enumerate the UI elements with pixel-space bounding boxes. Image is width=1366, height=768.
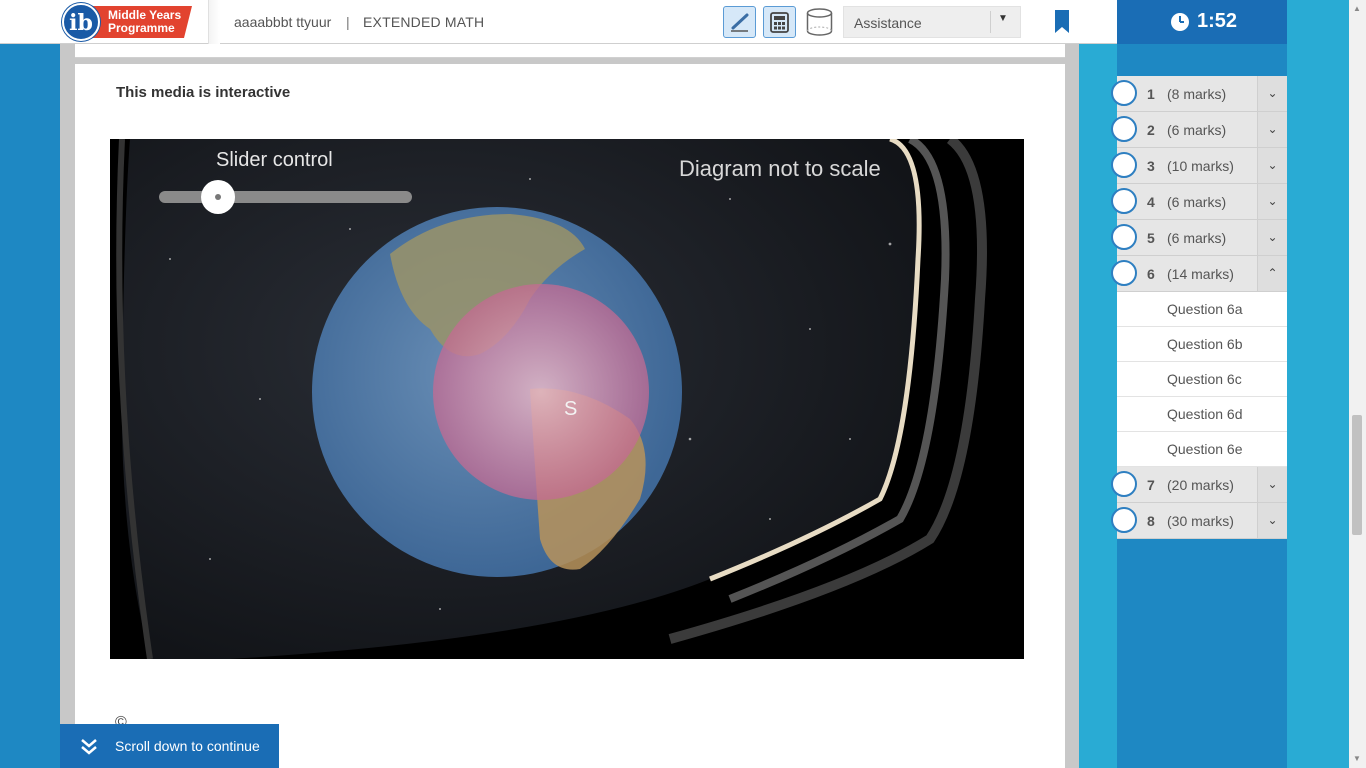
question-marks: (14 marks) xyxy=(1167,266,1234,282)
sub-question-6b[interactable]: Question 6b xyxy=(1117,327,1287,362)
scroll-up-arrow[interactable]: ▲ xyxy=(1353,4,1361,13)
question-item-7[interactable]: 7 (20 marks) ⌄ xyxy=(1111,467,1287,503)
slider-label: Slider control xyxy=(216,149,333,171)
interactive-media[interactable]: Slider control Diagram not to scale S xyxy=(110,139,1024,659)
question-number: 3 xyxy=(1147,158,1155,174)
question-status-icon xyxy=(1111,507,1137,533)
left-background xyxy=(0,0,60,768)
scroll-button-label: Scroll down to continue xyxy=(115,738,260,754)
question-item-2[interactable]: 2 (6 marks) ⌄ xyxy=(1111,112,1287,148)
clock-icon xyxy=(1171,13,1189,31)
question-number: 2 xyxy=(1147,122,1155,138)
highlight-region xyxy=(433,284,649,500)
question-status-icon xyxy=(1111,80,1137,106)
question-marks: (6 marks) xyxy=(1167,230,1227,246)
assistance-label: Assistance xyxy=(854,15,922,31)
question-number: 4 xyxy=(1147,194,1155,210)
sub-question-6e[interactable]: Question 6e xyxy=(1117,432,1287,467)
header-divider xyxy=(208,0,220,44)
scroll-down-arrow[interactable]: ▼ xyxy=(1353,754,1361,763)
assistance-dropdown[interactable]: Assistance ▼ xyxy=(843,6,1021,38)
question-item-4[interactable]: 4 (6 marks) ⌄ xyxy=(1111,184,1287,220)
question-number: 5 xyxy=(1147,230,1155,246)
question-status-icon xyxy=(1111,224,1137,250)
question-marks: (30 marks) xyxy=(1167,513,1234,529)
earth-diagram: Slider control Diagram not to scale S xyxy=(110,139,1024,659)
sub-question-6d[interactable]: Question 6d xyxy=(1117,397,1287,432)
pen-tool-button[interactable] xyxy=(723,6,756,38)
chevron-up-icon[interactable]: ⌃ xyxy=(1257,256,1287,291)
pen-icon xyxy=(731,13,749,32)
subject-title: EXTENDED MATH xyxy=(363,14,485,30)
logo-line-2: Programme xyxy=(108,21,175,35)
logo-banner: Middle Years Programme xyxy=(92,6,192,38)
question-status-icon xyxy=(1111,116,1137,142)
double-chevron-down-icon xyxy=(81,739,97,755)
question-item-1[interactable]: 1 (8 marks) ⌄ xyxy=(1111,76,1287,112)
question-item-3[interactable]: 3 (10 marks) ⌄ xyxy=(1111,148,1287,184)
question-item-6[interactable]: 6 (14 marks) ⌃ xyxy=(1111,256,1287,292)
calculator-tool-button[interactable] xyxy=(763,6,796,38)
question-status-icon xyxy=(1111,152,1137,178)
header-bar: Middle Years Programme ib aaaabbbt ttyuu… xyxy=(0,0,1117,44)
cylinder-icon xyxy=(806,8,833,36)
chevron-down-icon[interactable]: ⌄ xyxy=(1257,184,1287,219)
question-status-icon xyxy=(1111,260,1137,286)
question-marks: (8 marks) xyxy=(1167,86,1227,102)
question-number: 1 xyxy=(1147,86,1155,102)
question-number: 6 xyxy=(1147,266,1155,282)
question-marks: (6 marks) xyxy=(1167,122,1227,138)
question-item-5[interactable]: 5 (6 marks) ⌄ xyxy=(1111,220,1287,256)
question-marks: (10 marks) xyxy=(1167,158,1234,174)
question-status-icon xyxy=(1111,188,1137,214)
question-number: 8 xyxy=(1147,513,1155,529)
chevron-down-icon[interactable]: ⌄ xyxy=(1257,220,1287,255)
scroll-down-button[interactable]: Scroll down to continue xyxy=(60,724,279,768)
page-scrollbar[interactable] xyxy=(1349,0,1366,768)
slider-handle-dot xyxy=(215,194,222,200)
user-name: aaaabbbt ttyuur xyxy=(234,14,332,30)
chevron-down-icon[interactable]: ⌄ xyxy=(1257,503,1287,538)
chevron-down-icon[interactable]: ⌄ xyxy=(1257,76,1287,111)
timer-value: 1:52 xyxy=(1197,10,1238,32)
media-title: This media is interactive xyxy=(116,84,291,101)
chevron-down-icon[interactable]: ⌄ xyxy=(1257,148,1287,183)
question-number: 7 xyxy=(1147,477,1155,493)
question-item-8[interactable]: 8 (30 marks) ⌄ xyxy=(1111,503,1287,539)
timer: 1:52 xyxy=(1117,0,1287,44)
chevron-down-icon[interactable]: ⌄ xyxy=(1257,467,1287,502)
chevron-down-icon[interactable]: ⌄ xyxy=(1257,112,1287,147)
sub-question-6a[interactable]: Question 6a xyxy=(1117,292,1287,327)
question-marks: (20 marks) xyxy=(1167,477,1234,493)
question-marks: (6 marks) xyxy=(1167,194,1227,210)
diagram-note: Diagram not to scale xyxy=(679,156,881,181)
scrollbar-thumb[interactable] xyxy=(1352,415,1362,535)
3d-shape-tool-button[interactable] xyxy=(803,6,836,38)
assistance-divider xyxy=(990,11,991,33)
content-top-strip xyxy=(75,44,1065,58)
calculator-icon xyxy=(770,12,789,33)
logo-ib-mark: ib xyxy=(62,3,100,41)
sub-question-6c[interactable]: Question 6c xyxy=(1117,362,1287,397)
question-status-icon xyxy=(1111,471,1137,497)
bookmark-icon[interactable] xyxy=(1055,10,1069,33)
point-label: S xyxy=(564,398,577,420)
question-list: 1 (8 marks) ⌄ 2 (6 marks) ⌄ 3 (10 marks)… xyxy=(1111,76,1287,539)
chevron-down-icon: ▼ xyxy=(998,13,1008,24)
ib-logo: Middle Years Programme ib xyxy=(62,3,192,41)
header-separator: | xyxy=(346,14,350,30)
